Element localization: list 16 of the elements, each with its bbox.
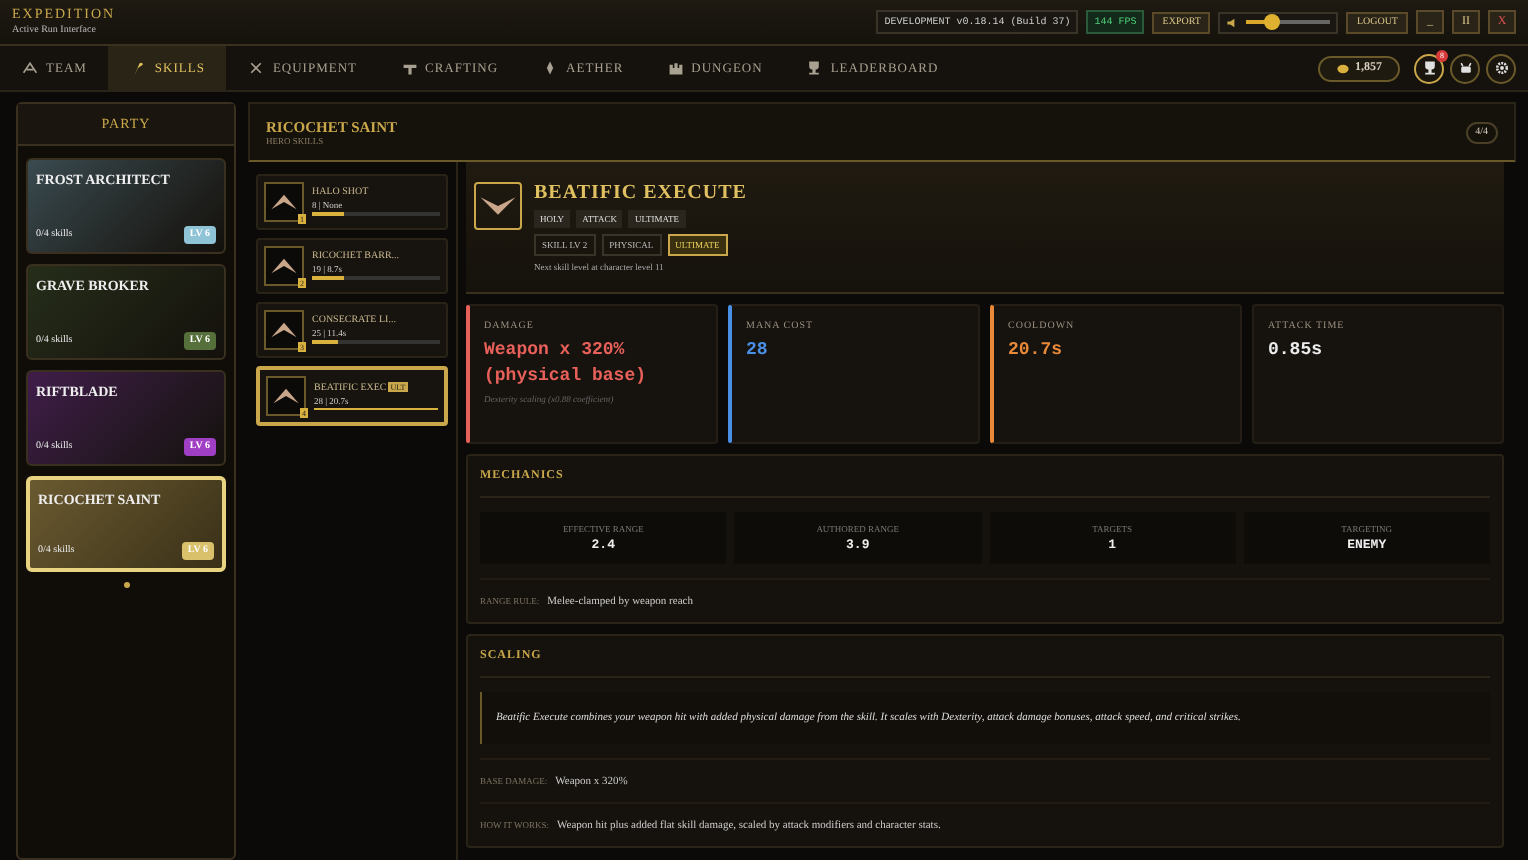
castle-icon xyxy=(667,60,684,76)
feather-icon xyxy=(130,60,147,76)
trophy-icon xyxy=(1421,60,1437,76)
stat-value: 28 xyxy=(746,338,770,364)
skill-title: BEATIFIC EXECUTE xyxy=(534,182,747,204)
stat-value: 0.85s xyxy=(1268,338,1325,364)
skill-icon xyxy=(474,182,522,230)
crystal-icon xyxy=(542,60,559,76)
robot-icon xyxy=(1457,60,1473,76)
stat-value: 20.7s xyxy=(1008,338,1065,364)
robot-button[interactable] xyxy=(1450,53,1480,83)
trophy-icon xyxy=(806,60,823,76)
settings-icon xyxy=(1493,60,1509,76)
coin-icon xyxy=(1335,61,1349,75)
stat-value: Weapon x 320% (physical base) xyxy=(484,338,649,389)
settings-button[interactable] xyxy=(1486,53,1516,83)
